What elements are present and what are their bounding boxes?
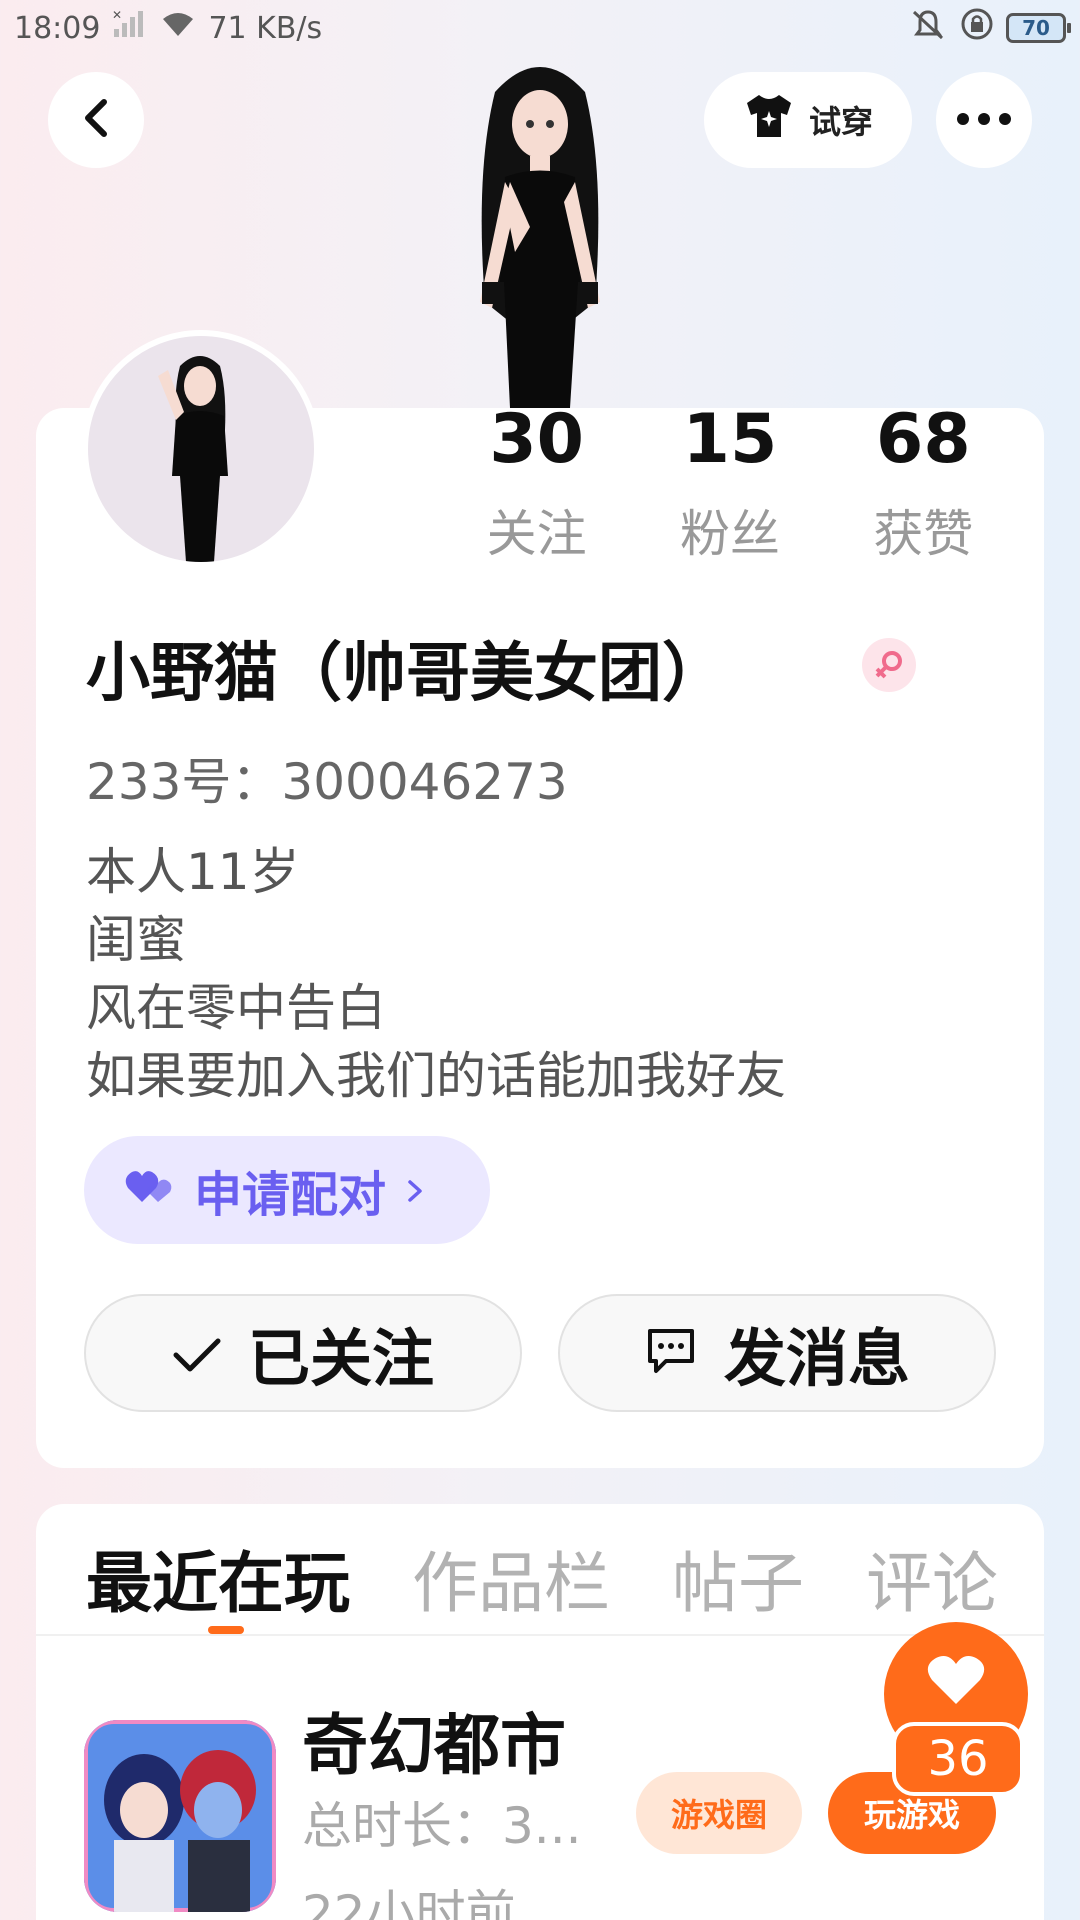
- wifi-icon: [160, 10, 196, 46]
- more-dots-icon: [956, 111, 1012, 130]
- pair-request-button[interactable]: 申请配对: [84, 1136, 490, 1244]
- rotation-lock-icon: [960, 7, 994, 49]
- heart-pair-icon: [124, 1162, 176, 1218]
- back-button[interactable]: [48, 72, 144, 168]
- tab-posts[interactable]: 帖子: [672, 1530, 804, 1626]
- battery-icon: 70: [1006, 13, 1071, 43]
- tshirt-icon: [743, 93, 795, 147]
- stat-likes-label: 获赞: [873, 505, 974, 563]
- heart-icon: [926, 1654, 986, 1710]
- signal-icon: ✕: [112, 8, 148, 47]
- network-speed: 71 KB/s: [208, 10, 323, 46]
- status-time: 18:09: [14, 10, 101, 46]
- tryon-button[interactable]: 试穿: [704, 72, 912, 168]
- followed-button[interactable]: 已关注: [84, 1294, 522, 1412]
- stats-row: 30 关注 15 粉丝 68 获赞: [440, 400, 1020, 566]
- svg-text:✕: ✕: [112, 9, 122, 22]
- avatar-3d-figure[interactable]: [420, 52, 660, 408]
- tab-divider: [36, 1634, 1044, 1636]
- stat-fans-label: 粉丝: [679, 505, 780, 563]
- tab-works[interactable]: 作品栏: [412, 1530, 610, 1626]
- stat-likes-value: 68: [876, 400, 971, 479]
- tab-indicator: [208, 1626, 244, 1634]
- stat-likes[interactable]: 68 获赞: [827, 400, 1020, 566]
- chat-bubble-icon: [644, 1317, 698, 1390]
- game-last-played: 22小时前: [302, 1885, 516, 1920]
- stat-following[interactable]: 30 关注: [440, 400, 633, 566]
- female-icon: [862, 638, 916, 692]
- tab-recently-played[interactable]: 最近在玩: [86, 1530, 350, 1626]
- checkmark-icon: [172, 1317, 222, 1390]
- avatar[interactable]: [82, 330, 320, 568]
- game-duration: 总时长：3...: [302, 1797, 582, 1855]
- status-bar: 18:09 ✕ 71 KB/s 70: [0, 0, 1080, 56]
- send-message-label: 发消息: [723, 1322, 910, 1395]
- followed-label: 已关注: [247, 1322, 434, 1395]
- chevron-right-icon: [404, 1162, 426, 1218]
- bio: 本人11岁 闺蜜 风在零中告白 如果要加入我们的话能加我好友: [86, 843, 786, 1105]
- tab-bar: 最近在玩 作品栏 帖子 评论: [86, 1530, 998, 1626]
- stat-fans-value: 15: [682, 400, 778, 479]
- stat-fans[interactable]: 15 粉丝: [633, 400, 826, 566]
- status-right: 70: [908, 7, 1071, 49]
- send-message-button[interactable]: 发消息: [558, 1294, 996, 1412]
- vibrate-off-icon: [908, 8, 948, 48]
- stat-following-value: 30: [489, 400, 584, 479]
- status-left: 18:09 ✕ 71 KB/s: [14, 8, 323, 47]
- nickname: 小野猫（帅哥美女团）: [86, 637, 726, 711]
- tryon-label: 试穿: [808, 103, 873, 141]
- game-icon[interactable]: [84, 1720, 276, 1912]
- stat-following-label: 关注: [486, 505, 587, 563]
- pair-request-label: 申请配对: [194, 1167, 387, 1223]
- more-button[interactable]: [936, 72, 1032, 168]
- like-count: 36: [892, 1722, 1024, 1796]
- tab-comments[interactable]: 评论: [866, 1530, 998, 1626]
- game-title: 奇幻都市: [302, 1707, 566, 1784]
- game-circle-button[interactable]: 游戏圈: [636, 1772, 802, 1854]
- chevron-left-icon: [78, 96, 114, 144]
- user-id: 233号：300046273: [86, 753, 568, 811]
